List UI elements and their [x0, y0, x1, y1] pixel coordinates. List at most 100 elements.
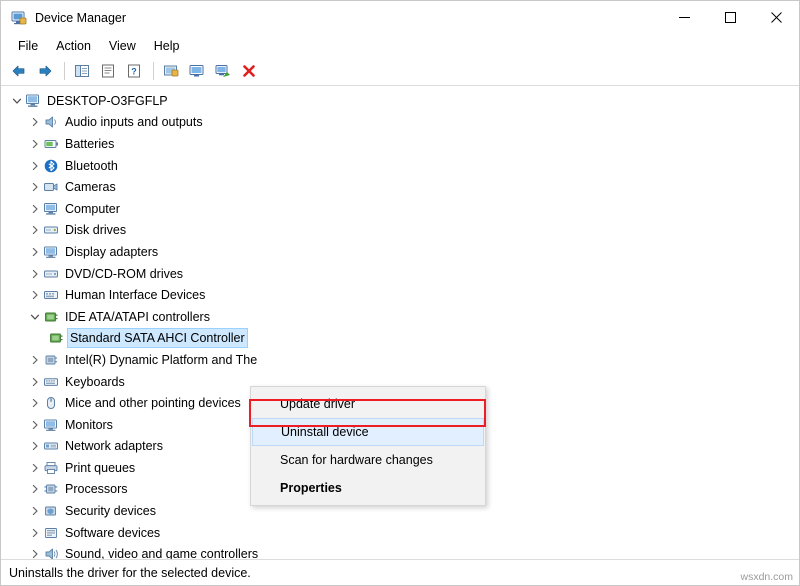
computer-icon	[25, 93, 42, 109]
close-button[interactable]	[753, 2, 799, 34]
camera-icon	[43, 179, 60, 195]
chevron-right-icon[interactable]	[27, 460, 43, 476]
red-x-icon[interactable]	[237, 59, 261, 83]
chevron-right-icon[interactable]	[27, 266, 43, 282]
context-properties[interactable]: Properties	[251, 474, 485, 502]
tree-item-label: Audio inputs and outputs	[65, 114, 203, 130]
context-uninstall-device[interactable]: Uninstall device	[252, 418, 484, 446]
tree-item-human-interface-devices[interactable]: Human Interface Devices	[1, 284, 799, 306]
chevron-right-icon[interactable]	[27, 114, 43, 130]
minimize-button[interactable]	[661, 2, 707, 34]
chevron-right-icon[interactable]	[27, 287, 43, 303]
chevron-right-icon[interactable]	[27, 244, 43, 260]
tree-item-label: IDE ATA/ATAPI controllers	[65, 309, 210, 325]
tree-item-label: Computer	[65, 201, 120, 217]
tree-item-label: Network adapters	[65, 438, 163, 454]
tree-item-disk-drives[interactable]: Disk drives	[1, 220, 799, 242]
tree-item-display-adapters[interactable]: Display adapters	[1, 241, 799, 263]
context-menu: Update driver Uninstall device Scan for …	[250, 386, 486, 506]
tree-item-label: Monitors	[65, 417, 113, 433]
tree-item-audio-inputs-and-outputs[interactable]: Audio inputs and outputs	[1, 112, 799, 134]
menu-file[interactable]: File	[9, 36, 47, 56]
tree-root-node[interactable]: DESKTOP-O3FGFLP	[1, 90, 799, 112]
chevron-down-icon[interactable]	[9, 93, 25, 109]
context-update-driver[interactable]: Update driver	[251, 390, 485, 418]
chevron-right-icon[interactable]	[27, 395, 43, 411]
tree-item-label: Security devices	[65, 503, 156, 519]
device-manager-window: Device Manager File Action View Help	[0, 0, 800, 586]
bluetooth-icon	[43, 158, 60, 174]
computer-icon	[43, 201, 60, 217]
chevron-right-icon[interactable]	[27, 158, 43, 174]
network-adapter-icon	[43, 438, 60, 454]
mouse-icon	[43, 395, 60, 411]
tree-item-label: Processors	[65, 481, 128, 497]
chevron-right-icon[interactable]	[27, 417, 43, 433]
tree-item-intel-dynamic-platform[interactable]: Intel(R) Dynamic Platform and The	[1, 349, 799, 371]
tree-item-cameras[interactable]: Cameras	[1, 176, 799, 198]
tree-item-label: Bluetooth	[65, 158, 118, 174]
chevron-right-icon[interactable]	[27, 374, 43, 390]
forward-button[interactable]	[33, 59, 57, 83]
display-adapter-icon	[43, 244, 60, 260]
chevron-right-icon[interactable]	[27, 503, 43, 519]
printer-icon	[43, 460, 60, 476]
tree-item-batteries[interactable]: Batteries	[1, 133, 799, 155]
device-tree-panel: DESKTOP-O3FGFLP Audio inputs and outputs…	[1, 85, 799, 559]
title-bar: Device Manager	[1, 1, 799, 34]
chevron-right-icon[interactable]	[27, 179, 43, 195]
chevron-right-icon[interactable]	[27, 546, 43, 559]
chevron-right-icon[interactable]	[27, 222, 43, 238]
chevron-right-icon[interactable]	[27, 438, 43, 454]
help-icon[interactable]: ?	[122, 59, 146, 83]
chevron-right-icon[interactable]	[27, 136, 43, 152]
chevron-down-icon[interactable]	[27, 309, 43, 325]
tree-item-software-devices[interactable]: Software devices	[1, 522, 799, 544]
tool-bar: ?	[1, 57, 799, 85]
update-driver-icon[interactable]	[159, 59, 183, 83]
back-button[interactable]	[7, 59, 31, 83]
tree-item-computer[interactable]: Computer	[1, 198, 799, 220]
chevron-right-icon[interactable]	[27, 525, 43, 541]
console-tree-icon[interactable]	[70, 59, 94, 83]
sound-controller-icon	[43, 546, 60, 559]
status-bar: Uninstalls the driver for the selected d…	[1, 559, 799, 585]
menu-view[interactable]: View	[100, 36, 145, 56]
menu-bar: File Action View Help	[1, 34, 799, 57]
tree-item-label: Cameras	[65, 179, 116, 195]
context-scan-hardware-changes[interactable]: Scan for hardware changes	[251, 446, 485, 474]
enable-device-icon[interactable]	[211, 59, 235, 83]
svg-text:?: ?	[131, 67, 137, 77]
tree-item-label: Disk drives	[65, 222, 126, 238]
keyboard-icon	[43, 374, 60, 390]
window-title: Device Manager	[35, 11, 126, 25]
watermark: wsxdn.com	[740, 571, 793, 583]
chevron-right-icon[interactable]	[27, 481, 43, 497]
toolbar-separator-1	[64, 62, 65, 80]
speaker-icon	[43, 114, 60, 130]
properties-icon[interactable]	[96, 59, 120, 83]
chevron-right-icon[interactable]	[27, 352, 43, 368]
tree-item-ide-ata-atapi-controllers[interactable]: IDE ATA/ATAPI controllers	[1, 306, 799, 328]
ide-controller-icon	[43, 309, 60, 325]
tree-item-label: Batteries	[65, 136, 114, 152]
maximize-button[interactable]	[707, 2, 753, 34]
chip-icon	[43, 352, 60, 368]
menu-help[interactable]: Help	[145, 36, 189, 56]
tree-item-label: Intel(R) Dynamic Platform and The	[65, 352, 257, 368]
tree-item-label: DVD/CD-ROM drives	[65, 266, 183, 282]
menu-action[interactable]: Action	[47, 36, 100, 56]
sata-controller-icon	[48, 330, 65, 346]
tree-item-standard-sata-ahci-controller[interactable]: Standard SATA AHCI Controller	[1, 328, 799, 350]
dvd-drive-icon	[43, 266, 60, 282]
security-device-icon	[43, 503, 60, 519]
monitor-scan-icon[interactable]	[185, 59, 209, 83]
software-device-icon	[43, 525, 60, 541]
tree-item-label: Sound, video and game controllers	[65, 546, 258, 559]
processor-icon	[43, 481, 60, 497]
tree-item-dvd-cd-rom-drives[interactable]: DVD/CD-ROM drives	[1, 263, 799, 285]
tree-item-bluetooth[interactable]: Bluetooth	[1, 155, 799, 177]
tree-item-sound-video-and-game-controllers[interactable]: Sound, video and game controllers	[1, 543, 799, 559]
chevron-right-icon[interactable]	[27, 201, 43, 217]
toolbar-separator-2	[153, 62, 154, 80]
